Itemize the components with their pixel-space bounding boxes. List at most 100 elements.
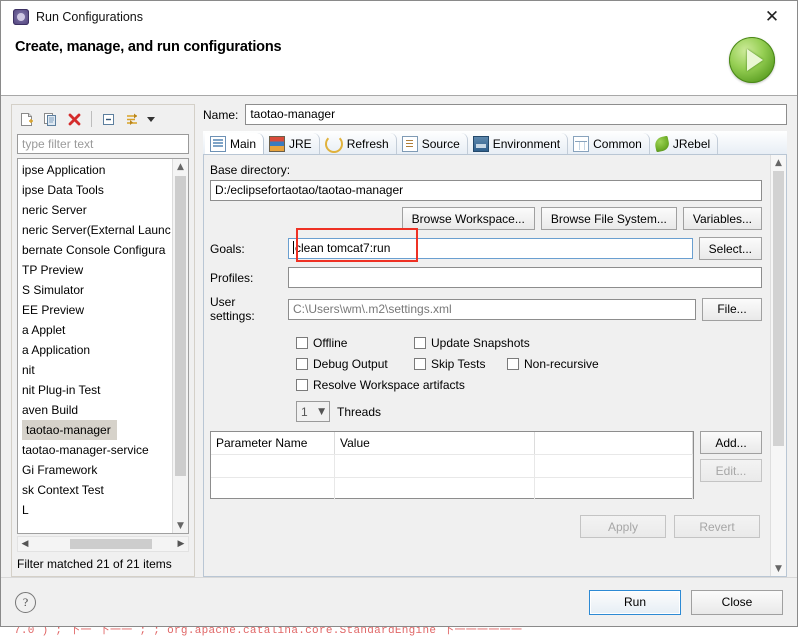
help-icon[interactable]: ? xyxy=(15,591,36,613)
run-button[interactable]: Run xyxy=(589,589,681,615)
toolbar-separator xyxy=(91,111,92,127)
tab-common[interactable]: Common xyxy=(568,133,650,154)
goals-input[interactable]: clean tomcat7:run xyxy=(288,238,693,259)
list-item[interactable]: neric Server xyxy=(18,200,172,220)
table-row[interactable] xyxy=(211,477,693,500)
filter-input[interactable]: type filter text xyxy=(17,134,189,154)
list-item[interactable]: TP Preview xyxy=(18,260,172,280)
main-tab-panel: Base directory: D:/eclipsefortaotao/taot… xyxy=(203,155,787,577)
list-item[interactable]: sk Context Test xyxy=(18,480,172,500)
table-row[interactable] xyxy=(211,454,693,477)
checkbox-box xyxy=(507,357,519,370)
update-snapshots-checkbox[interactable]: Update Snapshots xyxy=(414,336,530,350)
tab-environment[interactable]: Environment xyxy=(468,133,569,154)
tab-refresh[interactable]: Refresh xyxy=(320,133,397,154)
browse-file-system-button[interactable]: Browse File System... xyxy=(540,207,677,230)
filter-status-label: Filter matched 21 of 21 items xyxy=(17,557,172,571)
list-item[interactable]: ipse Data Tools xyxy=(18,180,172,200)
tab-label: Refresh xyxy=(346,136,389,151)
offline-checkbox[interactable]: Offline xyxy=(296,336,414,350)
tab-main[interactable]: Main xyxy=(205,133,265,154)
threads-label: Threads xyxy=(337,404,382,419)
tab-jre[interactable]: JRE xyxy=(264,133,320,154)
scroll-left-icon[interactable]: ◀ xyxy=(18,537,32,551)
base-directory-input[interactable]: D:/eclipsefortaotao/taotao-manager xyxy=(210,180,762,201)
main-scroll-thumb[interactable] xyxy=(773,171,784,446)
resolve-workspace-artifacts-checkbox[interactable]: Resolve Workspace artifacts xyxy=(296,378,465,392)
main-panel-scrollbar[interactable]: ▲ ▼ xyxy=(770,155,786,576)
non-recursive-checkbox[interactable]: Non-recursive xyxy=(507,357,599,371)
column-header-parameter-name[interactable]: Parameter Name xyxy=(211,432,335,454)
common-tab-icon xyxy=(573,135,590,152)
variables-button[interactable]: Variables... xyxy=(682,207,762,230)
scroll-right-icon[interactable]: ▶ xyxy=(174,537,188,551)
list-item[interactable]: neric Server(External Launc xyxy=(18,220,172,240)
name-row: Name: taotao-manager xyxy=(203,104,787,125)
column-header-blank[interactable] xyxy=(535,432,693,454)
list-item[interactable]: L xyxy=(18,500,172,520)
scroll-down-icon[interactable]: ▼ xyxy=(173,518,188,533)
tab-label: Environment xyxy=(492,136,561,151)
checkbox-label: Non-recursive xyxy=(524,356,599,371)
add-parameter-button[interactable]: Add... xyxy=(700,431,762,454)
name-input[interactable]: taotao-manager xyxy=(245,104,787,125)
user-settings-input[interactable]: C:\Users\wm\.m2\settings.xml xyxy=(288,298,696,320)
scroll-up-icon[interactable]: ▲ xyxy=(771,155,786,170)
threads-value: 1 xyxy=(301,404,308,419)
checkbox-box xyxy=(414,357,426,370)
green-run-play-icon xyxy=(729,37,775,83)
environment-tab-icon xyxy=(472,135,489,152)
name-label: Name: xyxy=(203,107,239,122)
new-configuration-icon[interactable] xyxy=(16,109,37,129)
configurations-list[interactable]: ipse Application ipse Data Tools neric Ser… xyxy=(18,159,172,533)
tree-horizontal-scrollbar[interactable]: ◀ ▶ xyxy=(17,536,189,552)
configurations-sidebar: type filter text ipse Application ipse Da… xyxy=(11,104,195,577)
text-cursor xyxy=(293,241,294,254)
profiles-input[interactable] xyxy=(288,267,762,288)
apply-revert-row: Apply Revert xyxy=(210,515,762,538)
browse-workspace-button[interactable]: Browse Workspace... xyxy=(401,207,535,230)
goals-value: clean tomcat7:run xyxy=(295,241,391,255)
list-item[interactable]: aven Build xyxy=(18,400,172,420)
close-button[interactable]: Close xyxy=(691,589,783,615)
base-directory-label: Base directory: xyxy=(210,163,291,177)
collapse-all-icon[interactable] xyxy=(98,109,119,129)
tree-vertical-scrollbar[interactable]: ▲ ▼ xyxy=(172,159,188,533)
threads-spinner[interactable]: 1 ▼ xyxy=(296,401,330,422)
source-tab-icon xyxy=(401,135,418,152)
view-menu-caret-icon[interactable] xyxy=(147,116,155,122)
goals-select-button[interactable]: Select... xyxy=(698,237,762,260)
tab-label: Main xyxy=(230,136,257,151)
list-item[interactable]: ipse Application xyxy=(18,160,172,180)
tree-hscroll-thumb[interactable] xyxy=(70,539,152,549)
list-item[interactable]: a Applet xyxy=(18,320,172,340)
filter-icon[interactable] xyxy=(122,109,143,129)
list-item[interactable]: taotao-manager xyxy=(22,420,117,440)
tab-jrebel[interactable]: JRebel xyxy=(650,133,719,154)
tab-bar: Main JRE Refresh Source Environment Common JRe… xyxy=(203,131,787,155)
list-item[interactable]: EE Preview xyxy=(18,300,172,320)
parameters-table[interactable]: Parameter Name Value xyxy=(210,431,694,500)
skip-tests-checkbox[interactable]: Skip Tests xyxy=(414,357,507,371)
list-item[interactable]: S Simulator xyxy=(18,280,172,300)
list-item[interactable]: bernate Console Configura xyxy=(18,240,172,260)
list-item[interactable]: taotao-manager-service xyxy=(18,440,172,460)
list-item[interactable]: a Application xyxy=(18,340,172,360)
tab-source[interactable]: Source xyxy=(397,133,468,154)
column-header-value[interactable]: Value xyxy=(335,432,535,454)
list-item[interactable]: nit xyxy=(18,360,172,380)
scroll-up-icon[interactable]: ▲ xyxy=(173,159,188,174)
list-item[interactable]: Gi Framework xyxy=(18,460,172,480)
user-settings-file-button[interactable]: File... xyxy=(702,297,762,321)
duplicate-configuration-icon[interactable] xyxy=(40,109,61,129)
filter-placeholder: type filter text xyxy=(22,137,94,151)
page-title: Create, manage, and run configurations xyxy=(15,39,282,55)
goals-label: Goals: xyxy=(210,241,245,256)
close-icon[interactable]: ✕ xyxy=(753,3,791,31)
list-item[interactable]: nit Plug-in Test xyxy=(18,380,172,400)
revert-button: Revert xyxy=(674,515,760,538)
scroll-down-icon[interactable]: ▼ xyxy=(771,561,786,576)
debug-output-checkbox[interactable]: Debug Output xyxy=(296,357,414,371)
tree-scroll-thumb[interactable] xyxy=(175,176,186,476)
delete-configuration-icon[interactable] xyxy=(64,109,85,129)
